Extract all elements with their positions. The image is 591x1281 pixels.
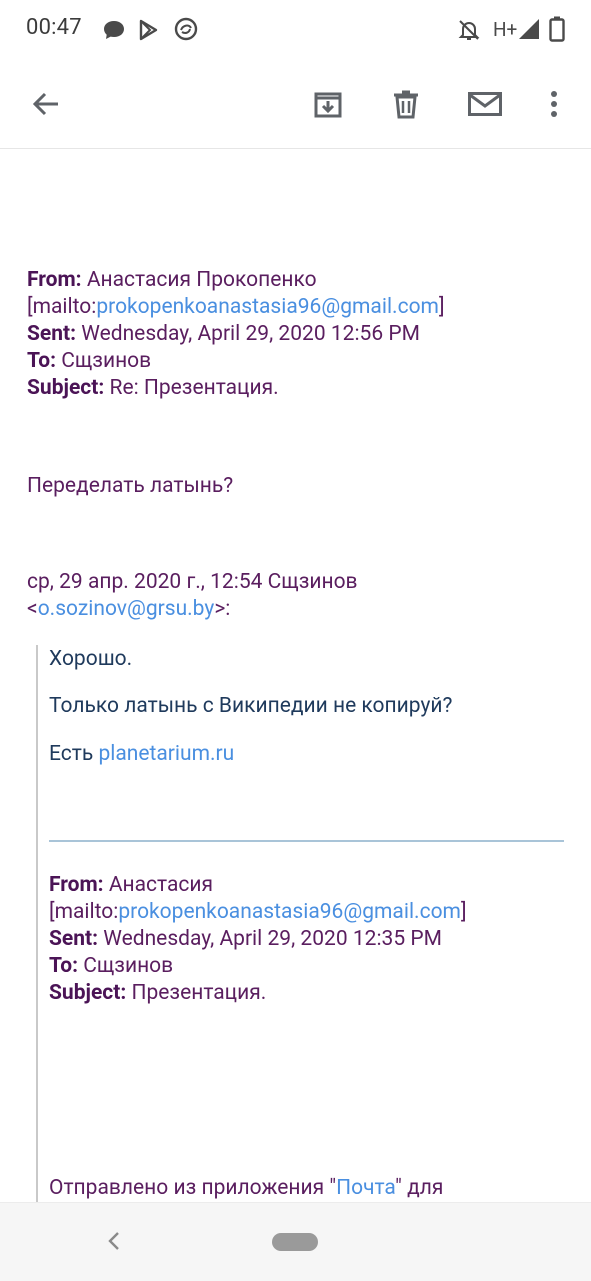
sent-line: Sent: Wednesday, April 29, 2020 12:56 PM — [27, 321, 445, 348]
quoted-from-line: From: Анастасия — [49, 872, 467, 899]
quote-bar — [36, 645, 38, 1202]
sent-label: Sent: — [27, 322, 77, 346]
quoted-sent-label: Sent: — [49, 927, 99, 951]
mark-unread-button[interactable] — [455, 60, 515, 148]
mailto-line: [mailto:prokopenkoanastasia96@gmail.com] — [27, 294, 445, 321]
home-pill[interactable] — [272, 1233, 318, 1251]
back-button[interactable] — [16, 60, 76, 148]
chevron-left-icon — [108, 1232, 119, 1250]
from-label: From: — [27, 268, 82, 292]
quoted-mailto-line: [mailto:prokopenkoanastasia96@gmail.com] — [49, 899, 467, 926]
mailto-link[interactable]: prokopenkoanastasia96@gmail.com — [96, 295, 439, 319]
subject-label: Subject: — [27, 376, 105, 400]
sent-value: Wednesday, April 29, 2020 12:56 PM — [81, 322, 420, 346]
mailto-suffix: ] — [438, 295, 445, 319]
reply-date-line: ср, 29 апр. 2020 г., 12:54 Сщзинов — [27, 570, 358, 594]
mail-app-link[interactable]: Почта — [336, 1176, 395, 1200]
app-notification-icon — [174, 17, 198, 41]
reply-attribution: ср, 29 апр. 2020 г., 12:54 Сщзинов <o.so… — [27, 569, 358, 623]
quoted-mailto-prefix: [mailto: — [49, 900, 119, 924]
quoted-line-1: Хорошо. — [49, 647, 133, 671]
quoted-mailto-link[interactable]: prokopenkoanastasia96@gmail.com — [118, 900, 461, 924]
to-value: Сщзинов — [61, 349, 152, 373]
quoted-to-line: To: Сщзинов — [49, 953, 467, 980]
quoted-mailto-suffix: ] — [460, 900, 467, 924]
quoted-subject-line: Subject: Презентация. — [49, 980, 467, 1007]
more-vert-icon — [551, 91, 557, 117]
quoted-line-3-prefix: Есть — [49, 742, 99, 766]
delete-button[interactable] — [376, 60, 436, 148]
more-options-button[interactable] — [524, 60, 584, 148]
mail-icon — [468, 92, 502, 116]
reply-gt: >: — [214, 597, 231, 621]
chat-bubble-icon — [104, 21, 124, 39]
quoted-line-3: Есть planetarium.ru — [49, 741, 234, 768]
archive-icon — [314, 92, 342, 118]
quoted-sent-line: Sent: Wednesday, April 29, 2020 12:35 PM — [49, 926, 467, 953]
quoted-to-label: To: — [49, 954, 79, 978]
quoted-subject-value: Презентация. — [131, 981, 267, 1005]
quoted-from-value: Анастасия — [108, 873, 214, 897]
quoted-from-label: From: — [49, 873, 104, 897]
status-bar: 00:47 H+ — [0, 0, 591, 60]
archive-button[interactable] — [298, 60, 358, 148]
reply-email-link[interactable]: o.sozinov@grsu.by — [38, 597, 215, 621]
to-line: To: Сщзинов — [27, 348, 445, 375]
subject-value: Re: Презентация. — [109, 376, 279, 400]
to-label: To: — [27, 349, 57, 373]
reply-email-line: <o.sozinov@grsu.by>: — [27, 596, 358, 623]
message-text: Переделать латынь? — [27, 474, 234, 498]
quoted-line-2: Только латынь с Википедии не копируй? — [49, 694, 453, 718]
navigation-bar — [0, 1202, 591, 1281]
email-toolbar — [0, 60, 591, 149]
quoted-footer: Отправлено из приложения "Почта" для — [49, 1175, 443, 1202]
quoted-header: From: Анастасия [mailto:prokopenkoanasta… — [49, 872, 467, 1007]
email-header: From: Анастасия Прокопенко [mailto:proko… — [27, 267, 445, 402]
from-line: From: Анастасия Прокопенко — [27, 267, 445, 294]
nav-back-button[interactable] — [96, 1223, 132, 1259]
footer-prefix: Отправлено из приложения " — [49, 1176, 337, 1200]
signal-icon — [519, 19, 539, 39]
quote-separator — [49, 840, 564, 842]
notifications-off-icon — [458, 20, 480, 40]
email-body: From: Анастасия Прокопенко [mailto:proko… — [0, 150, 591, 1202]
battery-icon — [549, 16, 565, 42]
subject-line: Subject: Re: Презентация. — [27, 375, 445, 402]
quoted-sent-value: Wednesday, April 29, 2020 12:35 PM — [103, 927, 442, 951]
reply-lt: < — [27, 597, 38, 621]
mailto-prefix: [mailto: — [27, 295, 97, 319]
trash-icon — [394, 90, 418, 119]
quoted-subject-label: Subject: — [49, 981, 127, 1005]
from-value: Анастасия Прокопенко — [86, 268, 317, 292]
play-store-icon — [139, 19, 158, 41]
network-type: H+ — [493, 18, 518, 41]
back-arrow-icon — [32, 92, 58, 116]
quoted-to-value: Сщзинов — [83, 954, 174, 978]
planetarium-link[interactable]: planetarium.ru — [98, 742, 234, 766]
footer-suffix: " для — [395, 1176, 444, 1200]
status-time: 00:47 — [26, 15, 82, 40]
